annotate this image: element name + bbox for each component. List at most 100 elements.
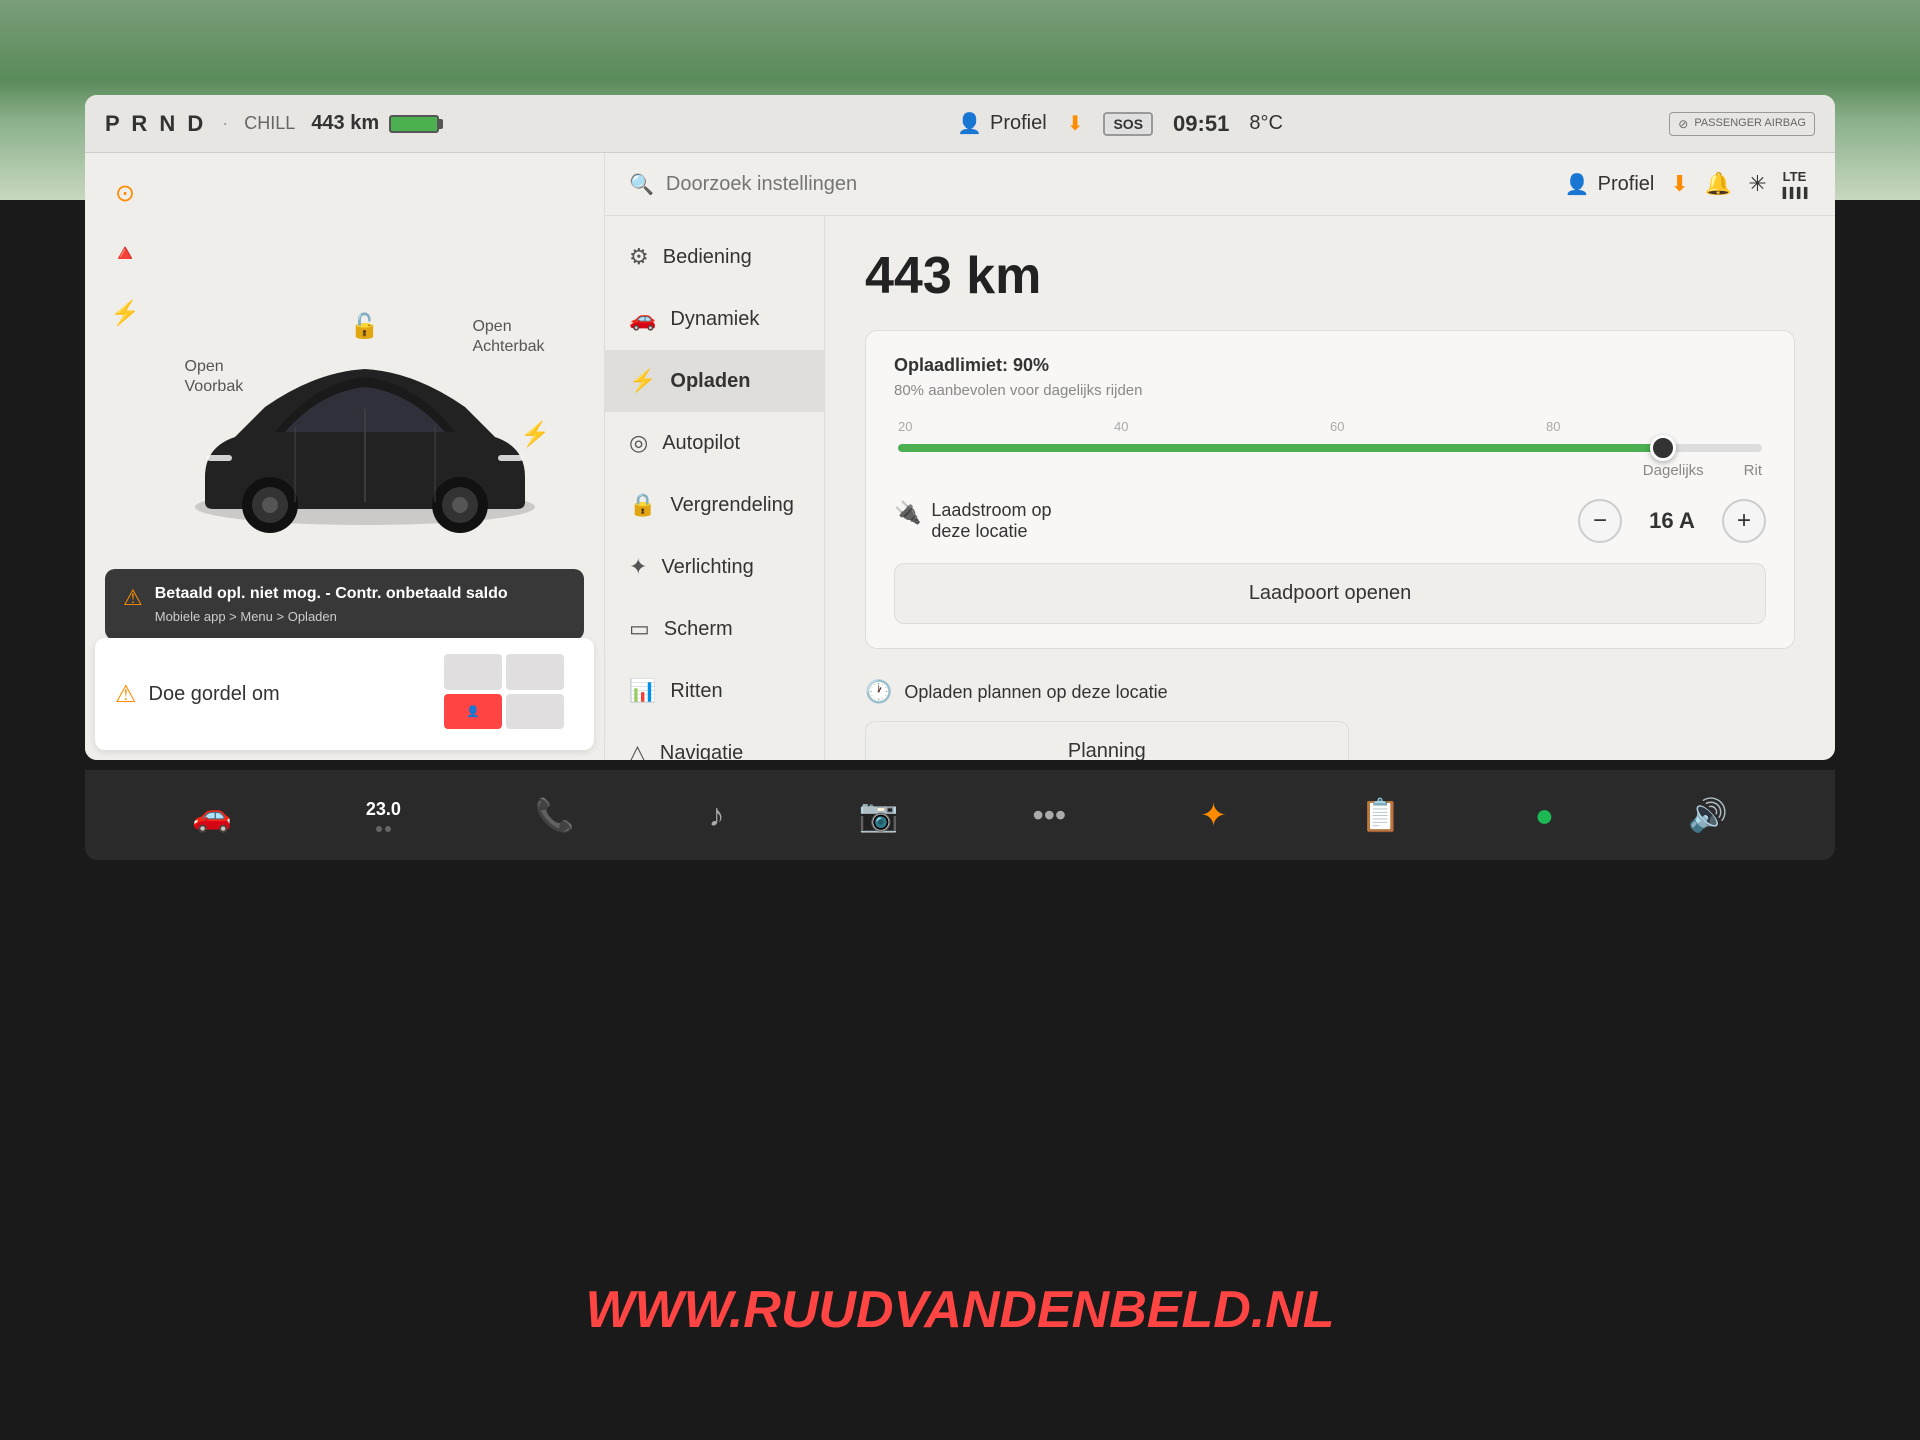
taskbar-camera[interactable]: 📷 xyxy=(859,796,899,834)
warning-text: Betaald opl. niet mog. - Contr. onbetaal… xyxy=(155,583,508,626)
sidebar-item-bediening[interactable]: ⚙ Bediening xyxy=(605,226,824,288)
temperature-label: 23.0 xyxy=(366,799,401,820)
dynamiek-label: Dynamiek xyxy=(670,308,759,331)
search-bar: 🔍 👤 Profiel ⬇ 🔔 ✳ LTE▌▌▌▌ xyxy=(605,153,1835,216)
opladen-label: Opladen xyxy=(670,370,750,393)
time-display: 09:51 xyxy=(1173,111,1229,137)
sidebar-item-autopilot[interactable]: ◎ Autopilot xyxy=(605,412,824,474)
profile-icon: 👤 xyxy=(957,111,982,136)
scherm-icon: ▭ xyxy=(629,616,650,642)
seat-rear-right xyxy=(506,694,564,730)
charge-current-label: 🔌 Laadstroom opdeze locatie xyxy=(894,500,1051,542)
sidebar-item-navigatie[interactable]: △ Navigatie xyxy=(605,722,824,760)
drive-mode: CHILL xyxy=(244,113,295,134)
sidebar-item-dynamiek[interactable]: 🚗 Dynamiek xyxy=(605,288,824,350)
seatbelt-text: Doe gordel om xyxy=(149,683,280,706)
slider-labels: Dagelijks Rit xyxy=(898,462,1762,479)
taskbar-car[interactable]: 🚗 xyxy=(192,796,232,834)
charge-current-value: 16 A xyxy=(1642,508,1702,534)
charge-limit-card: Oplaadlimiet: 90% 80% aanbevolen voor da… xyxy=(865,330,1795,649)
charge-status-icon: ⚡ xyxy=(105,293,145,333)
bediening-label: Bediening xyxy=(663,246,752,269)
navigatie-label: Navigatie xyxy=(660,742,743,761)
tire-pressure-icon: ⊙ xyxy=(105,173,145,213)
navigatie-icon: △ xyxy=(629,740,646,760)
opladen-icon: ⚡ xyxy=(629,368,656,394)
car-image: Open Voorbak Open Achterbak 🔓 xyxy=(175,297,555,517)
volume-icon: 🔊 xyxy=(1688,796,1728,834)
lte-badge: LTE▌▌▌▌ xyxy=(1783,169,1811,199)
range-display: 443 km xyxy=(311,112,439,135)
sidebar-item-verlichting[interactable]: ✦ Verlichting xyxy=(605,536,824,598)
charge-slider-container: 20 40 60 80 xyxy=(894,419,1766,479)
charge-limit-title: Oplaadlimiet: 90% xyxy=(894,355,1766,376)
sos-badge: SOS xyxy=(1103,112,1153,136)
svg-text:⚡: ⚡ xyxy=(520,420,550,448)
music-note-icon: ♪ xyxy=(709,797,725,834)
taskbar-apps[interactable]: ✦ xyxy=(1200,796,1227,834)
phone-taskbar-icon: 📞 xyxy=(535,796,575,834)
separator: · xyxy=(222,113,228,134)
plug-icon: 🔌 xyxy=(894,500,921,526)
airbag-label: PASSENGER AIRBAG xyxy=(1694,117,1806,130)
main-content: ⊙ 🔺 ⚡ Open Voorbak Open Achterbak 🔓 xyxy=(85,153,1835,760)
sidebar-item-opladen[interactable]: ⚡ Opladen xyxy=(605,350,824,412)
charge-slider-thumb[interactable] xyxy=(1650,435,1676,461)
sidebar-item-scherm[interactable]: ▭ Scherm xyxy=(605,598,824,660)
more-dots-icon: ••• xyxy=(1032,797,1066,834)
charge-current-row: 🔌 Laadstroom opdeze locatie − 16 A + xyxy=(894,499,1766,543)
taskbar-spotify[interactable]: ● xyxy=(1535,797,1554,834)
range-value: 443 km xyxy=(311,112,379,135)
taskbar-phone[interactable]: 📞 xyxy=(535,796,575,834)
profile-button[interactable]: 👤 Profiel xyxy=(957,111,1047,136)
car-container: Open Voorbak Open Achterbak 🔓 xyxy=(145,233,584,580)
open-achterbak-label[interactable]: Open Achterbak xyxy=(472,317,544,359)
camera-taskbar-icon: 📷 xyxy=(859,796,899,834)
apps-icon: ✦ xyxy=(1200,796,1227,834)
watermark: WWW.RUUDVANDENBELD.NL xyxy=(585,1280,1334,1340)
top-bar-center: 👤 Profiel ⬇ SOS 09:51 8°C xyxy=(625,111,1615,137)
laadpoort-button[interactable]: Laadpoort openen xyxy=(894,563,1766,624)
seatbelt-card: ⚠ Doe gordel om 👤 xyxy=(95,638,594,750)
schedule-section: 🕐 Opladen plannen op deze locatie Planni… xyxy=(865,679,1795,760)
header-profile[interactable]: 👤 Profiel xyxy=(1565,172,1655,197)
download-header-icon[interactable]: ⬇ xyxy=(1670,171,1688,197)
charge-current-text: Laadstroom opdeze locatie xyxy=(931,500,1051,542)
settings-container: 🔍 👤 Profiel ⬇ 🔔 ✳ LTE▌▌▌▌ xyxy=(605,153,1835,760)
seatbelt-icon: 🔺 xyxy=(105,233,145,273)
charging-settings-panel: 443 km Oplaadlimiet: 90% 80% aanbevolen … xyxy=(825,216,1835,760)
bluetooth-icon[interactable]: ✳ xyxy=(1748,171,1766,197)
planning-button[interactable]: Planning xyxy=(865,721,1349,760)
dagelijks-label: Dagelijks xyxy=(1643,462,1704,479)
payment-warning-banner: ⚠ Betaald opl. niet mog. - Contr. onbeta… xyxy=(105,569,584,640)
sidebar-item-ritten[interactable]: 📊 Ritten xyxy=(605,660,824,722)
sidebar-item-vergrendeling[interactable]: 🔒 Vergrendeling xyxy=(605,474,824,536)
bediening-icon: ⚙ xyxy=(629,244,649,270)
charge-slider-track[interactable] xyxy=(898,444,1762,452)
clock-icon: 🕐 xyxy=(865,679,892,705)
warning-main-text: Betaald opl. niet mog. - Contr. onbetaal… xyxy=(155,583,508,605)
profile-person-icon: 👤 xyxy=(1565,172,1590,197)
ritten-label: Ritten xyxy=(670,680,722,703)
charge-increase-button[interactable]: + xyxy=(1722,499,1766,543)
taskbar-volume[interactable]: 🔊 xyxy=(1688,796,1728,834)
slider-marks: 20 40 60 80 xyxy=(898,419,1762,434)
taskbar-climate[interactable]: 23.0 xyxy=(366,799,401,832)
bell-icon[interactable]: 🔔 xyxy=(1705,171,1732,197)
open-voorbak-label[interactable]: Open Voorbak xyxy=(185,357,244,399)
notes-icon: 📋 xyxy=(1361,796,1401,834)
ritten-icon: 📊 xyxy=(629,678,656,704)
search-bar-right: 👤 Profiel ⬇ 🔔 ✳ LTE▌▌▌▌ xyxy=(1565,169,1811,199)
taskbar-more[interactable]: ••• xyxy=(1032,797,1066,834)
battery-bar xyxy=(389,115,439,133)
taskbar-music-note[interactable]: ♪ xyxy=(709,797,725,834)
search-input[interactable] xyxy=(666,173,1553,196)
top-bar-left: P R N D · CHILL 443 km xyxy=(105,111,625,137)
status-icons: ⊙ 🔺 ⚡ xyxy=(105,173,145,333)
taskbar: 🚗 23.0 📞 ♪ 📷 ••• ✦ 📋 ● 🔊 xyxy=(85,770,1835,860)
range-title: 443 km xyxy=(865,246,1795,306)
scherm-label: Scherm xyxy=(664,618,733,641)
taskbar-notes[interactable]: 📋 xyxy=(1361,796,1401,834)
charge-decrease-button[interactable]: − xyxy=(1578,499,1622,543)
schedule-label: Opladen plannen op deze locatie xyxy=(904,682,1167,703)
